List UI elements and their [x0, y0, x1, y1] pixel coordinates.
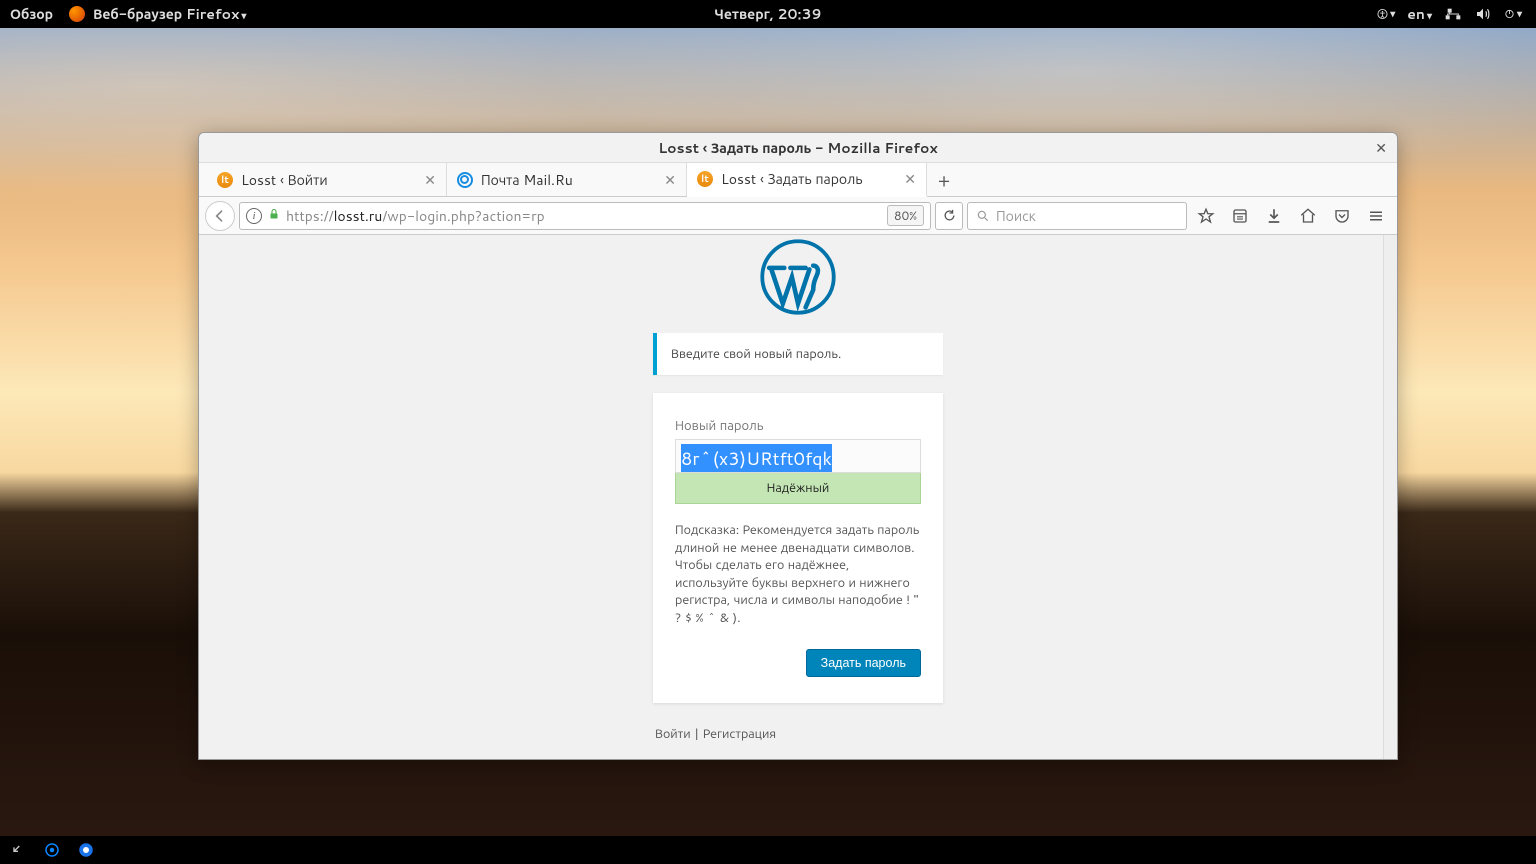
auth-nav-links: Войти | Регистрация — [653, 725, 943, 743]
clock[interactable]: Четверг, 20:39 — [715, 4, 822, 24]
gnome-top-panel: Обзор Веб-браузер Firefox Четверг, 20:39… — [0, 0, 1536, 28]
firefox-icon — [69, 6, 85, 22]
search-icon — [976, 209, 990, 223]
scrollbar[interactable] — [1383, 235, 1397, 759]
app-menu[interactable]: Веб-браузер Firefox — [93, 4, 246, 24]
url-text: https://losst.ru/wp-login.php?action=rp — [286, 206, 881, 226]
password-strength-meter: Надёжный — [675, 472, 921, 504]
taskbar-app-1[interactable] — [42, 840, 62, 860]
favicon-losst-icon: lt — [697, 171, 713, 187]
taskbar-app-2[interactable] — [76, 840, 96, 860]
page-content: Введите свой новый пароль. Новый пароль … — [199, 235, 1397, 759]
url-bar[interactable]: i https://losst.ru/wp-login.php?action=r… — [239, 202, 931, 230]
register-link[interactable]: Регистрация — [703, 725, 776, 743]
tab-label: Losst ‹ Задать пароль — [721, 169, 863, 189]
downloads-icon[interactable] — [1259, 201, 1289, 231]
search-placeholder: Поиск — [996, 206, 1036, 226]
tabstrip: lt Losst ‹ Войти ✕ Почта Mail.Ru ✕ lt Lo… — [199, 163, 1397, 197]
new-tab-button[interactable]: + — [927, 163, 961, 196]
bookmark-star-icon[interactable] — [1191, 201, 1221, 231]
network-icon[interactable] — [1444, 5, 1462, 23]
login-link[interactable]: Войти — [655, 725, 691, 743]
reset-password-form: Новый пароль 8r^(x3)URtft0fqk Надёжный П… — [653, 393, 943, 703]
window-title: Losst ‹ Задать пароль - Mozilla Firefox — [658, 138, 937, 158]
back-button[interactable] — [205, 201, 235, 231]
password-label: Новый пароль — [675, 417, 921, 435]
new-password-input[interactable] — [675, 439, 921, 473]
lock-icon — [268, 207, 280, 224]
home-icon[interactable] — [1293, 201, 1323, 231]
tab-close-button[interactable]: ✕ — [424, 170, 436, 190]
volume-icon[interactable] — [1474, 5, 1492, 23]
keyboard-layout[interactable]: en — [1407, 4, 1432, 24]
info-message: Введите свой новый пароль. — [653, 333, 943, 375]
tab-losst-login[interactable]: lt Losst ‹ Войти ✕ — [207, 163, 447, 196]
search-bar[interactable]: Поиск — [967, 202, 1187, 230]
info-message-text: Введите свой новый пароль. — [671, 345, 841, 363]
tab-close-button[interactable]: ✕ — [664, 170, 676, 190]
favicon-mailru-icon — [457, 172, 473, 188]
window-close-button[interactable]: ✕ — [1375, 138, 1387, 158]
tab-close-button[interactable]: ✕ — [904, 169, 916, 189]
navigation-toolbar: i https://losst.ru/wp-login.php?action=r… — [199, 197, 1397, 235]
tab-label: Losst ‹ Войти — [241, 170, 328, 190]
power-icon[interactable] — [1504, 5, 1522, 23]
zoom-level[interactable]: 80% — [887, 205, 924, 226]
back-to-site-link[interactable]: ← Назад к сайту «Losst» — [653, 757, 943, 759]
tab-label: Почта Mail.Ru — [481, 170, 573, 190]
password-hint: Подсказка: Рекомендуется задать пароль д… — [675, 522, 921, 627]
show-desktop-button[interactable] — [8, 840, 28, 860]
site-info-icon[interactable]: i — [246, 208, 262, 224]
tab-mailru[interactable]: Почта Mail.Ru ✕ — [447, 163, 687, 196]
window-titlebar[interactable]: Losst ‹ Задать пароль - Mozilla Firefox … — [199, 133, 1397, 163]
hamburger-menu-icon[interactable] — [1361, 201, 1391, 231]
tab-losst-resetpw[interactable]: lt Losst ‹ Задать пароль ✕ — [687, 163, 927, 197]
reload-button[interactable] — [935, 202, 963, 230]
set-password-button[interactable]: Задать пароль — [806, 649, 921, 677]
wordpress-logo-icon[interactable] — [760, 239, 836, 315]
favicon-losst-icon: lt — [217, 172, 233, 188]
pocket-icon[interactable] — [1327, 201, 1357, 231]
gnome-bottom-panel — [0, 836, 1536, 864]
accessibility-icon[interactable] — [1377, 5, 1395, 23]
firefox-window: Losst ‹ Задать пароль - Mozilla Firefox … — [198, 132, 1398, 760]
activities-button[interactable]: Обзор — [10, 4, 53, 24]
library-icon[interactable] — [1225, 201, 1255, 231]
